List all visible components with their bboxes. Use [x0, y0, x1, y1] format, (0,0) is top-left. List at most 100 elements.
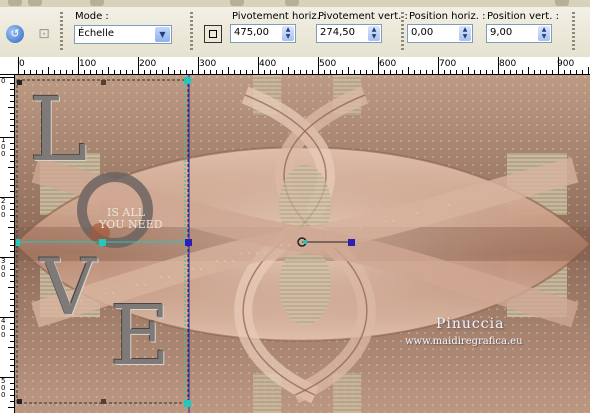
ruler-tick	[10, 305, 14, 306]
ruler-label: 1 0 0	[1, 136, 6, 158]
ruler-tick	[10, 341, 14, 342]
toolbar-grip[interactable]	[190, 12, 193, 50]
toolbar-icon-stub[interactable]	[230, 0, 244, 6]
dropdown-arrow-icon[interactable]: ▼	[155, 27, 170, 42]
ruler-tick	[534, 70, 535, 74]
ruler-tick	[222, 70, 223, 74]
toolbar-icon-stub[interactable]	[8, 0, 22, 6]
ruler-tick	[48, 67, 49, 74]
ruler-tick	[264, 70, 265, 74]
ruler-tick	[396, 70, 397, 74]
ruler-tick	[570, 70, 571, 74]
watermark-name: Pinuccia	[436, 316, 505, 332]
ruler-tick	[66, 70, 67, 74]
ruler-tick	[330, 70, 331, 74]
ruler-tick	[96, 70, 97, 74]
spin-arrow-icon[interactable]: ▲ ▼	[282, 26, 294, 41]
ruler-tick	[10, 209, 14, 210]
ruler-tick	[162, 70, 163, 74]
position-vertical-input[interactable]: 9,00 ▲ ▼	[486, 24, 552, 43]
toolbar-grip[interactable]	[401, 12, 404, 50]
pick-tool-options-bar: ↺ ⊡ Mode : Échelle ▼ Pivotement horiz. :…	[0, 0, 590, 58]
ruler-tick	[10, 311, 14, 312]
mode-value: Échelle	[78, 28, 115, 39]
ruler-tick	[8, 407, 14, 408]
ruler-tick	[288, 67, 289, 74]
deform-icon[interactable]: ⊡	[35, 25, 53, 43]
toolbar-grip[interactable]	[60, 12, 63, 50]
ruler-tick	[10, 113, 14, 114]
ruler-tick	[10, 83, 14, 84]
spin-arrow-icon[interactable]: ▲ ▼	[538, 26, 550, 41]
ruler-tick	[522, 70, 523, 74]
ruler-tick	[402, 70, 403, 74]
ruler-tick	[30, 70, 31, 74]
ruler-tick	[282, 70, 283, 74]
ruler-tick	[10, 173, 14, 174]
ruler-tick	[10, 389, 14, 390]
ruler-label: 600	[379, 59, 397, 69]
ruler-tick	[540, 70, 541, 74]
ruler-tick	[270, 70, 271, 74]
toolbar-grip[interactable]	[572, 12, 575, 50]
position-horizontal-label: Position horiz. :	[409, 11, 486, 22]
ruler-tick	[10, 89, 14, 90]
position-vertical-value: 9,00	[490, 27, 513, 38]
ruler-tick	[240, 70, 241, 74]
toolbar-icon-stub[interactable]	[555, 0, 569, 6]
pivot-vertical-input[interactable]: 274,50 ▲ ▼	[316, 24, 382, 43]
spin-arrow-icon[interactable]: ▲ ▼	[459, 26, 471, 41]
ruler-tick	[510, 70, 511, 74]
toolbar-icon-stub[interactable]	[285, 0, 299, 6]
ruler-tick	[10, 383, 14, 384]
ruler-tick	[234, 70, 235, 74]
ruler-tick	[450, 70, 451, 74]
ruler-tick	[10, 233, 14, 234]
ruler-tick	[312, 70, 313, 74]
ruler-tick	[426, 70, 427, 74]
ruler-tick	[102, 70, 103, 74]
ruler-tick	[306, 70, 307, 74]
ruler-tick	[10, 395, 14, 396]
ruler-tick	[72, 70, 73, 74]
pivot-vertical-value: 274,50	[320, 27, 355, 38]
ruler-tick	[150, 70, 151, 74]
ruler-tick	[324, 70, 325, 74]
ruler-label: 2 0 0	[1, 197, 6, 219]
toolbar-icon-stub[interactable]	[28, 0, 42, 6]
top-toolbar-strip	[0, 0, 590, 7]
ruler-tick	[10, 149, 14, 150]
toolbar-icon-stub[interactable]	[90, 0, 104, 6]
love-letter-v: V	[40, 243, 97, 333]
ruler-tick	[456, 70, 457, 74]
ruler-tick	[192, 70, 193, 74]
ruler-tick	[42, 70, 43, 74]
pivot-box-icon[interactable]	[204, 25, 222, 43]
image-canvas[interactable]: L O V E IS ALL YOU NEED Pinuccia www.mai…	[15, 75, 590, 413]
ruler-label: 800	[499, 59, 517, 69]
spin-arrow-icon[interactable]: ▲ ▼	[368, 26, 380, 41]
ruler-tick	[10, 275, 14, 276]
ruler-tick	[342, 70, 343, 74]
ruler-tick	[228, 67, 229, 74]
ruler-label: 500	[319, 59, 337, 69]
love-letter-e: E	[110, 289, 170, 384]
pivot-horizontal-input[interactable]: 475,00 ▲ ▼	[230, 24, 296, 43]
ruler-tick	[10, 359, 14, 360]
ruler-tick	[546, 70, 547, 74]
vertical-ruler: 0 1 0 0 2 0 0 3 0 0 4 0 0 5 0 0	[0, 75, 15, 413]
ruler-tick	[10, 119, 14, 120]
watermark-url: www.maidiregrafica.eu	[405, 336, 523, 347]
ruler-tick	[582, 70, 583, 74]
ruler-tick	[180, 70, 181, 74]
ruler-tick	[10, 143, 14, 144]
ruler-tick	[10, 101, 14, 102]
ruler-tick	[210, 70, 211, 74]
position-horizontal-input[interactable]: 0,00 ▲ ▼	[407, 24, 473, 43]
mode-dropdown[interactable]: Échelle ▼	[74, 25, 172, 44]
ruler-tick	[8, 167, 14, 168]
ruler-tick	[528, 67, 529, 74]
undo-icon[interactable]: ↺	[6, 25, 24, 43]
ruler-tick	[108, 67, 109, 74]
ruler-tick	[156, 70, 157, 74]
